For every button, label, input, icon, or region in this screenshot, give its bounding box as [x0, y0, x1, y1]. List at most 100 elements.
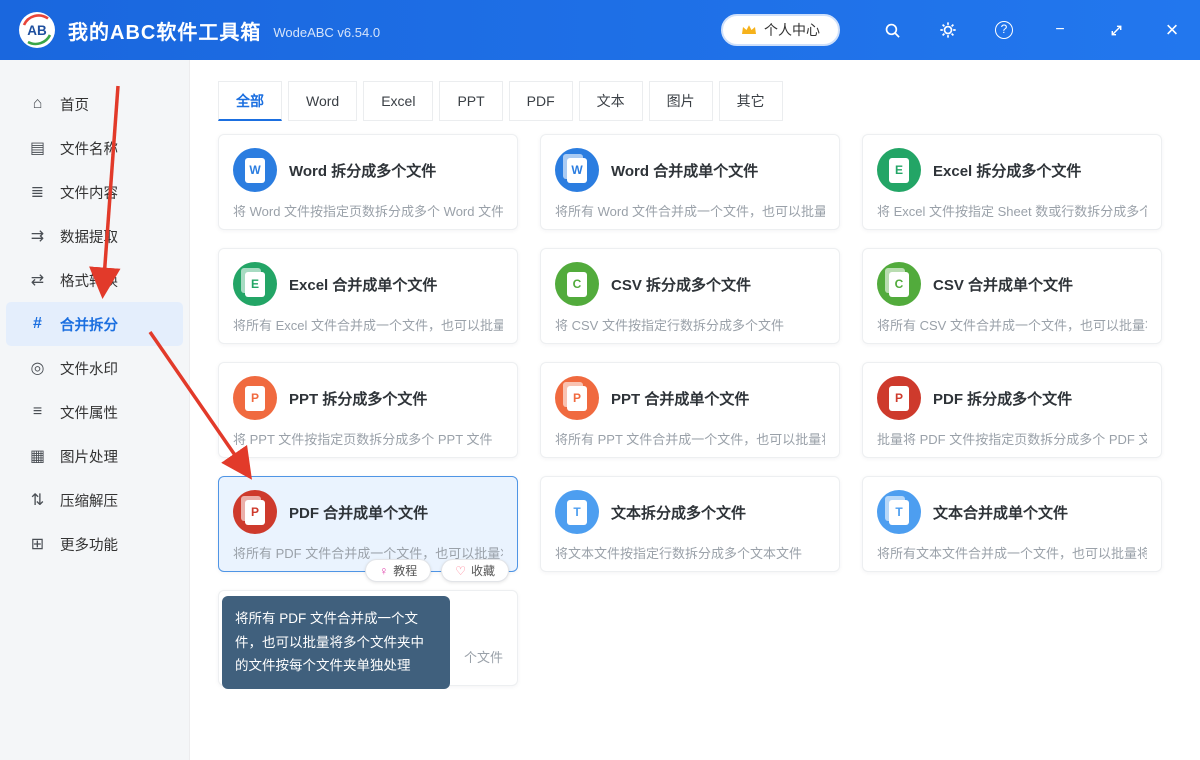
card-title: Excel 合并成单个文件	[289, 274, 437, 295]
help-icon[interactable]: ?	[976, 0, 1032, 60]
card-title: PDF 拆分成多个文件	[933, 388, 1072, 409]
sidebar-item-label: 文件水印	[60, 358, 118, 379]
card-pdf-merge[interactable]: PPDF 合并成单个文件将所有 PDF 文件合并成一个文件，也可以批量将多♀教程…	[218, 476, 518, 572]
sidebar-item-label: 首页	[60, 94, 89, 115]
tutorial-icon: ♀	[379, 564, 388, 578]
card-action-pills: ♀ 教程 ♡ 收藏	[365, 559, 509, 582]
card-csv-split[interactable]: C CSV 拆分成多个文件将 CSV 文件按指定行数拆分成多个文件	[540, 248, 840, 344]
file-content-icon: ≣	[28, 182, 47, 202]
more-icon: ⊞	[28, 534, 47, 554]
card-description: 将 PPT 文件按指定页数拆分成多个 PPT 文件	[233, 429, 503, 448]
card-description: 将文本文件按指定行数拆分成多个文本文件	[555, 543, 825, 562]
word-split-icon: W	[233, 148, 277, 192]
sidebar-item-label: 文件属性	[60, 402, 118, 423]
tutorial-button[interactable]: ♀ 教程	[365, 559, 431, 582]
crown-icon	[741, 24, 757, 36]
favorite-label: 收藏	[471, 562, 495, 579]
sidebar-item-image-process[interactable]: ▦图片处理	[6, 434, 183, 478]
file-name-icon: ▤	[28, 138, 47, 158]
tab-image[interactable]: 图片	[649, 81, 713, 121]
content-area: 全部WordExcelPPTPDF文本图片其它 WWord 拆分成多个文件将 W…	[190, 60, 1200, 760]
card-pdf-split[interactable]: P PDF 拆分成多个文件批量将 PDF 文件按指定页数拆分成多个 PDF 文件	[862, 362, 1162, 458]
favorite-button[interactable]: ♡ 收藏	[441, 559, 509, 582]
card-title: PPT 拆分成多个文件	[289, 388, 427, 409]
card-desc-fragment: 个文件	[464, 647, 503, 666]
card-csv-merge[interactable]: CCSV 合并成单个文件将所有 CSV 文件合并成一个文件，也可以批量将多	[862, 248, 1162, 344]
tab-excel[interactable]: Excel	[363, 81, 433, 121]
card-text-split[interactable]: T 文本拆分成多个文件将文本文件按指定行数拆分成多个文本文件	[540, 476, 840, 572]
tab-ppt[interactable]: PPT	[439, 81, 502, 121]
sidebar: ⌂ 首页 ▤文件名称 ≣ 文件内容 ⇉数据提取⇄格式转换#合并拆分 ◎ 文件水印 ≡ 文件属性 ▦图…	[0, 60, 190, 760]
card-title: 文本拆分成多个文件	[611, 502, 746, 523]
zip-icon: ⇅	[28, 490, 47, 510]
resize-button[interactable]	[1088, 0, 1144, 60]
sidebar-item-label: 压缩解压	[60, 490, 118, 511]
sidebar-item-more[interactable]: ⊞ 更多功能	[6, 522, 183, 566]
card-title: PDF 合并成单个文件	[289, 502, 428, 523]
ppt-split-icon: P	[233, 376, 277, 420]
sidebar-item-data-extract[interactable]: ⇉数据提取	[6, 214, 183, 258]
watermark-icon: ◎	[28, 358, 47, 378]
tutorial-label: 教程	[393, 562, 417, 579]
app-title: 我的ABC软件工具箱	[68, 16, 261, 45]
card-description: 批量将 PDF 文件按指定页数拆分成多个 PDF 文件	[877, 429, 1147, 448]
sidebar-item-file-content[interactable]: ≣ 文件内容	[6, 170, 183, 214]
card-ppt-merge[interactable]: PPPT 合并成单个文件将所有 PPT 文件合并成一个文件，也可以批量将多	[540, 362, 840, 458]
card-title: Excel 拆分成多个文件	[933, 160, 1081, 181]
pdf-split-icon: P	[877, 376, 921, 420]
sidebar-item-label: 更多功能	[60, 534, 118, 555]
sidebar-item-format-convert[interactable]: ⇄格式转换	[6, 258, 183, 302]
category-tabs: 全部WordExcelPPTPDF文本图片其它	[218, 81, 1200, 121]
app-window: AB 我的ABC软件工具箱 WodeABC v6.54.0 个人中心 ? −	[0, 0, 1200, 760]
text-split-icon: T	[555, 490, 599, 534]
app-logo-icon: AB	[18, 11, 56, 49]
card-word-split[interactable]: WWord 拆分成多个文件将 Word 文件按指定页数拆分成多个 Word 文件	[218, 134, 518, 230]
card-description: 将所有 Excel 文件合并成一个文件，也可以批量将多	[233, 315, 503, 334]
sidebar-item-file-name[interactable]: ▤文件名称	[6, 126, 183, 170]
sidebar-item-label: 文件内容	[60, 182, 118, 203]
tab-other[interactable]: 其它	[719, 81, 783, 121]
tab-all[interactable]: 全部	[218, 81, 282, 121]
sidebar-item-watermark[interactable]: ◎ 文件水印	[6, 346, 183, 390]
minimize-button[interactable]: −	[1032, 0, 1088, 60]
card-title: PPT 合并成单个文件	[611, 388, 749, 409]
card-text-merge[interactable]: T文本合并成单个文件将所有文本文件合并成一个文件，也可以批量将多	[862, 476, 1162, 572]
sidebar-item-zip[interactable]: ⇅ 压缩解压	[6, 478, 183, 522]
close-button[interactable]: ×	[1144, 0, 1200, 60]
card-title: CSV 合并成单个文件	[933, 274, 1073, 295]
card-excel-split[interactable]: EExcel 拆分成多个文件将 Excel 文件按指定 Sheet 数或行数拆分…	[862, 134, 1162, 230]
csv-merge-icon: C	[877, 262, 921, 306]
search-icon[interactable]	[864, 0, 920, 60]
merge-split-icon: #	[28, 315, 47, 333]
tab-text[interactable]: 文本	[579, 81, 643, 121]
card-word-merge[interactable]: WWord 合并成单个文件将所有 Word 文件合并成一个文件，也可以批量将多	[540, 134, 840, 230]
sidebar-item-home[interactable]: ⌂ 首页	[6, 82, 183, 126]
tab-pdf[interactable]: PDF	[509, 81, 573, 121]
tab-word[interactable]: Word	[288, 81, 357, 121]
sidebar-item-merge-split[interactable]: #合并拆分	[6, 302, 183, 346]
personal-center-button[interactable]: 个人中心	[721, 14, 840, 46]
text-merge-icon: T	[877, 490, 921, 534]
card-description: 将 Excel 文件按指定 Sheet 数或行数拆分成多个 Exc	[877, 201, 1147, 220]
pdf-merge-icon: P	[233, 490, 277, 534]
format-convert-icon: ⇄	[28, 270, 47, 290]
home-icon: ⌂	[28, 95, 47, 113]
card-description: 将所有文本文件合并成一个文件，也可以批量将多	[877, 543, 1147, 562]
settings-gear-icon[interactable]	[920, 0, 976, 60]
card-description: 将 CSV 文件按指定行数拆分成多个文件	[555, 315, 825, 334]
titlebar: AB 我的ABC软件工具箱 WodeABC v6.54.0 个人中心 ? −	[0, 0, 1200, 60]
file-props-icon: ≡	[28, 403, 47, 421]
card-ppt-split[interactable]: P PPT 拆分成多个文件将 PPT 文件按指定页数拆分成多个 PPT 文件	[218, 362, 518, 458]
card-excel-merge[interactable]: E Excel 合并成单个文件将所有 Excel 文件合并成一个文件，也可以批量将…	[218, 248, 518, 344]
card-description: 将所有 Word 文件合并成一个文件，也可以批量将多	[555, 201, 825, 220]
favorite-icon: ♡	[455, 564, 466, 578]
svg-text:AB: AB	[27, 23, 47, 38]
csv-split-icon: C	[555, 262, 599, 306]
data-extract-icon: ⇉	[28, 226, 47, 246]
image-process-icon: ▦	[28, 446, 47, 466]
sidebar-item-file-props[interactable]: ≡ 文件属性	[6, 390, 183, 434]
card-title: CSV 拆分成多个文件	[611, 274, 751, 295]
app-version: WodeABC v6.54.0	[273, 25, 380, 40]
excel-merge-icon: E	[233, 262, 277, 306]
main-area: ⌂首页▤文件名称≣文件内容⇉数据提取⇄格式转换#合并拆分◎文件水印≡文件属性▦图…	[0, 60, 1200, 760]
